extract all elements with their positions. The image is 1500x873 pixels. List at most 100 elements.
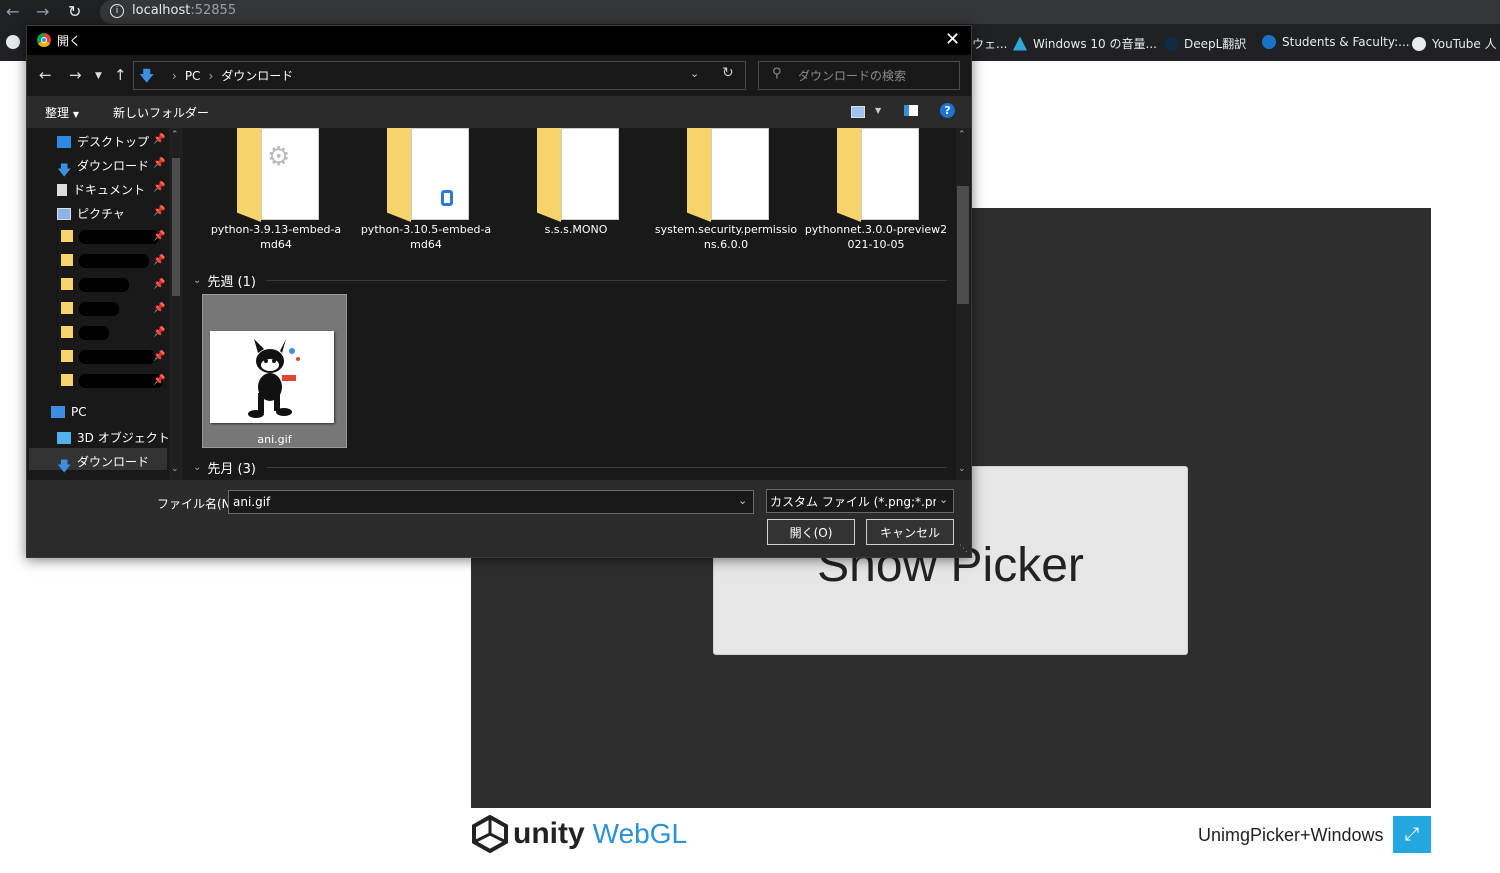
- preview-pane-icon[interactable]: [904, 105, 918, 116]
- folder-item[interactable]: ⚙ python-3.9.13-embed-a md64: [201, 128, 351, 252]
- group-header-last-month[interactable]: ⌄ 先月 (3): [193, 458, 256, 477]
- redacted-item: [79, 326, 109, 340]
- bookmark-item[interactable]: Windows 10 の音量...: [1013, 35, 1157, 52]
- cancel-button[interactable]: キャンセル: [866, 519, 954, 545]
- chevron-down-icon[interactable]: ⌄: [939, 493, 948, 506]
- address-bar[interactable]: [100, 0, 1500, 24]
- group-header-last-week[interactable]: ⌄ 先週 (1): [193, 271, 256, 290]
- nav-item-3d-objects[interactable]: 3D オブジェクト: [57, 429, 170, 446]
- redacted-item: [79, 278, 129, 292]
- file-list-scroll-thumb[interactable]: [957, 186, 969, 304]
- file-list-scrollbar[interactable]: [956, 128, 970, 480]
- chevron-down-icon[interactable]: ▼: [95, 71, 102, 81]
- navpane-scroll-thumb[interactable]: [172, 158, 180, 296]
- back-icon[interactable]: ←: [39, 66, 52, 84]
- folder-icon[interactable]: [61, 278, 73, 290]
- pin-icon: 📌: [153, 279, 166, 290]
- folder-icon[interactable]: [61, 326, 73, 338]
- refresh-icon[interactable]: ↻: [722, 65, 734, 81]
- folder-icon: [533, 128, 619, 222]
- pin-icon: 📌: [153, 351, 166, 362]
- close-icon[interactable]: ✕: [945, 29, 960, 50]
- chevron-down-icon[interactable]: ⌄: [738, 494, 747, 507]
- deepl-icon: [1164, 36, 1178, 51]
- scroll-down-icon[interactable]: ⌄: [171, 464, 179, 474]
- bookmark-item[interactable]: YouTube 人: [1412, 35, 1497, 52]
- nav-item-documents[interactable]: ドキュメント: [57, 181, 145, 198]
- folder-icon: ⚙: [233, 128, 319, 222]
- chevron-down-icon[interactable]: ⌄: [690, 67, 699, 80]
- bookmark-item[interactable]: ウェ...: [972, 35, 1007, 52]
- up-icon[interactable]: ↑: [114, 66, 127, 84]
- scroll-up-icon[interactable]: ⌃: [171, 130, 179, 140]
- bookmark-item[interactable]: Students & Faculty:...: [1262, 35, 1410, 49]
- reload-icon[interactable]: ↻: [68, 2, 81, 21]
- folder-icon[interactable]: [61, 302, 73, 314]
- bookmark-favicon-icon: [1262, 35, 1276, 49]
- globe-icon: [1412, 36, 1426, 51]
- globe-icon[interactable]: [6, 35, 20, 49]
- scroll-down-icon[interactable]: ⌄: [958, 464, 966, 474]
- filename-value: ani.gif: [233, 495, 271, 509]
- build-title: UnimgPicker+Windows: [1198, 825, 1384, 845]
- back-icon[interactable]: ←: [6, 2, 19, 21]
- resize-grip-icon[interactable]: ⋱: [959, 544, 968, 554]
- nav-item-pc[interactable]: PC: [51, 405, 87, 419]
- search-placeholder: ダウンロードの検索: [798, 69, 907, 83]
- breadcrumb-pc[interactable]: PC: [185, 69, 201, 83]
- group-divider: [267, 280, 947, 281]
- download-arrow-icon: 🡇: [57, 162, 72, 179]
- expand-icon: ⤢: [1404, 824, 1420, 845]
- pin-icon: 📌: [153, 231, 166, 242]
- folder-icon[interactable]: [61, 230, 73, 242]
- folder-item[interactable]: pythonnet.3.0.0-preview2 021-10-05: [801, 128, 951, 252]
- forward-icon[interactable]: →: [69, 66, 82, 84]
- fullscreen-button[interactable]: ⤢: [1393, 816, 1431, 853]
- scroll-up-icon[interactable]: ⌃: [958, 130, 966, 140]
- pictures-icon: [57, 207, 71, 220]
- info-icon[interactable]: i: [110, 4, 124, 18]
- cartoon-cat-image: [248, 339, 300, 418]
- search-icon: ⚲: [772, 66, 782, 81]
- pin-icon: 📌: [153, 134, 166, 145]
- filename-input[interactable]: [228, 490, 754, 514]
- new-folder-button[interactable]: 新しいフォルダー: [113, 104, 209, 121]
- breadcrumb-downloads[interactable]: ダウンロード: [221, 67, 293, 84]
- folder-item[interactable]: s.s.s.MONO: [501, 128, 651, 237]
- redacted-item: [79, 302, 119, 316]
- unity-cube-icon: [472, 815, 508, 853]
- forward-icon[interactable]: →: [36, 2, 49, 21]
- unity-webgl-logo: unity WebGL: [471, 815, 687, 853]
- redacted-item: [79, 230, 159, 244]
- nav-item-pictures[interactable]: ピクチャ: [57, 205, 125, 222]
- webgl-wordmark: WebGL: [592, 818, 688, 849]
- folder-icon[interactable]: [61, 254, 73, 266]
- nav-item-downloads[interactable]: 🡇 ダウンロード: [57, 157, 149, 179]
- document-icon: [57, 183, 67, 196]
- pin-icon: 📌: [153, 158, 166, 169]
- nav-item-desktop[interactable]: デスクトップ: [57, 133, 149, 150]
- view-options-icon[interactable]: [851, 106, 865, 118]
- pin-icon: 📌: [153, 182, 166, 193]
- open-button[interactable]: 開く(O): [767, 519, 855, 545]
- pin-icon: 📌: [153, 303, 166, 314]
- nav-item-pc-downloads[interactable]: 🡇 ダウンロード: [57, 453, 149, 475]
- desktop-icon: [57, 135, 71, 148]
- pc-icon: [51, 406, 65, 418]
- dialog-titlebar[interactable]: [27, 26, 971, 55]
- folder-icon[interactable]: [61, 374, 73, 386]
- organize-button[interactable]: 整理 ▼: [45, 104, 79, 121]
- folder-icon: [683, 128, 769, 222]
- file-open-dialog: 開く ✕ ← → ▼ ↑ 🡇 › PC › ダウンロード ⌄ ↻ ⚲ ダウンロー…: [26, 25, 972, 558]
- folder-item[interactable]: system.security.permissio ns.6.0.0: [651, 128, 801, 252]
- folder-icon: [383, 128, 469, 222]
- url-text: localhost:52855: [132, 3, 237, 18]
- chevron-down-icon[interactable]: ▼: [875, 106, 881, 115]
- bookmark-item[interactable]: DeepL翻訳: [1164, 35, 1246, 52]
- redacted-item: [79, 254, 149, 268]
- folder-icon[interactable]: [61, 350, 73, 362]
- help-icon[interactable]: ?: [940, 103, 955, 118]
- unity-wordmark: unity: [513, 817, 585, 850]
- chrome-icon: [37, 33, 51, 47]
- folder-item[interactable]: python-3.10.5-embed-a md64: [351, 128, 501, 252]
